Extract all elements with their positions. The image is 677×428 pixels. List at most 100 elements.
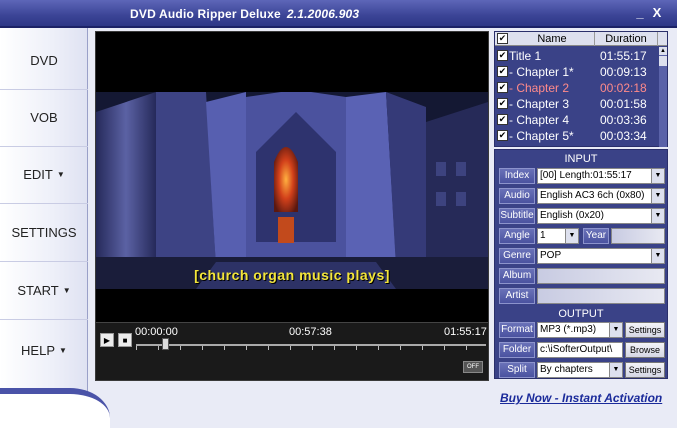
scroll-up-icon[interactable]: ▲	[659, 47, 667, 55]
item-name: - Chapter 1*	[509, 65, 574, 79]
item-checkbox[interactable]: ✔	[497, 130, 508, 141]
play-button[interactable]: ▶	[100, 333, 114, 347]
sidebar-item-label: VOB	[30, 110, 58, 125]
sidebar-item-label: HELP	[21, 342, 56, 358]
column-header-duration[interactable]: Duration	[595, 32, 658, 46]
window-title: DVD Audio Ripper Deluxe 2.1.2006.903	[130, 7, 359, 21]
title-bar: DVD Audio Ripper Deluxe 2.1.2006.903 _ X	[0, 0, 677, 28]
list-item[interactable]: ✔ - Chapter 4 00:03:36	[495, 112, 658, 128]
chevron-down-icon: ▼	[565, 229, 578, 243]
title-chapter-list: ✔ Name Duration ✔ Title 1 01:55:17 ✔ - Chap…	[494, 31, 668, 147]
artist-input[interactable]	[537, 288, 665, 304]
close-button[interactable]: X	[650, 5, 664, 20]
video-letterbox	[96, 32, 488, 92]
play-icon: ▶	[103, 335, 111, 345]
list-item-selected[interactable]: ✔ - Chapter 2 00:02:18	[495, 80, 658, 96]
subtitle-label: Subtitle	[499, 208, 535, 224]
stop-button[interactable]: ■	[118, 333, 132, 347]
album-label: Album	[499, 268, 535, 284]
genre-select[interactable]: POP ▼	[537, 248, 665, 264]
item-checkbox[interactable]: ✔	[497, 82, 508, 93]
angle-select[interactable]: 1 ▼	[537, 228, 579, 244]
split-label: Split	[499, 362, 535, 378]
subtitle-value: English (0x20)	[540, 210, 604, 221]
sidebar-item-settings[interactable]: SETTINGS	[0, 204, 88, 262]
folder-input[interactable]: c:\iSofterOutput\	[537, 342, 623, 358]
column-header-name[interactable]: Name	[510, 32, 595, 46]
item-checkbox[interactable]: ✔	[497, 98, 508, 109]
genre-label: Genre	[499, 248, 535, 264]
sidebar: DVD VOB EDIT ▼ SETTINGS START ▼ HELP ▼	[0, 28, 88, 400]
scroll-thumb[interactable]	[659, 56, 667, 66]
list-scrollbar[interactable]: ▲	[659, 47, 667, 147]
item-name: - Chapter 2	[509, 81, 570, 95]
item-duration: 00:03:36	[600, 113, 647, 127]
chevron-down-icon: ▼	[651, 189, 664, 203]
sidebar-item-vob[interactable]: VOB	[0, 89, 88, 147]
chevron-down-icon: ▼	[62, 286, 71, 295]
format-value: MP3 (*.mp3)	[540, 324, 597, 335]
year-input[interactable]	[611, 228, 665, 244]
chevron-down-icon: ▼	[651, 209, 664, 223]
chevron-down-icon: ▼	[651, 249, 664, 263]
list-item[interactable]: ✔ - Chapter 3 00:01:58	[495, 96, 658, 112]
index-select[interactable]: [00] Length:01:55:17 ▼	[537, 168, 665, 184]
sidebar-item-help[interactable]: HELP ▼	[0, 321, 88, 379]
buy-now-link[interactable]: Buy Now - Instant Activation	[500, 391, 662, 405]
folder-label: Folder	[499, 342, 535, 358]
sidebar-item-label: SETTINGS	[11, 225, 77, 240]
item-checkbox[interactable]: ✔	[497, 66, 508, 77]
seek-handle[interactable]	[162, 338, 169, 350]
decorative-curve	[0, 388, 110, 428]
genre-value: POP	[540, 250, 562, 261]
item-name: - Chapter 3	[509, 97, 570, 111]
format-select[interactable]: MP3 (*.mp3) ▼	[537, 322, 623, 338]
sidebar-item-dvd[interactable]: DVD	[0, 32, 88, 90]
audio-select[interactable]: English AC3 6ch (0x80) ▼	[537, 188, 665, 204]
select-all-checkbox[interactable]: ✔	[497, 33, 508, 44]
split-settings-button[interactable]: Settings	[625, 362, 665, 378]
audio-label: Audio	[499, 188, 535, 204]
sidebar-item-label: START	[17, 283, 59, 298]
video-scene-image	[96, 92, 488, 289]
main-body: DVD VOB EDIT ▼ SETTINGS START ▼ HELP ▼ […	[0, 28, 677, 428]
chevron-down-icon: ▼	[59, 345, 67, 355]
sidebar-item-label: DVD	[30, 53, 58, 68]
chevron-down-icon: ▼	[609, 363, 622, 377]
index-label: Index	[499, 168, 535, 184]
time-end: 01:55:17	[444, 326, 487, 338]
sidebar-item-start[interactable]: START ▼	[0, 262, 88, 320]
item-duration: 00:09:13	[600, 65, 647, 79]
item-checkbox[interactable]: ✔	[497, 50, 508, 61]
list-item[interactable]: ✔ - Chapter 5* 00:03:34	[495, 128, 658, 144]
seek-ticks	[136, 346, 486, 350]
app-name: DVD Audio Ripper Deluxe	[130, 7, 281, 21]
video-player: [church organ music plays] ▶ ■ 00:00:00 …	[95, 31, 489, 381]
format-settings-button[interactable]: Settings	[625, 322, 665, 338]
item-checkbox[interactable]: ✔	[497, 114, 508, 125]
album-input[interactable]	[537, 268, 665, 284]
properties-panel: INPUT Index [00] Length:01:55:17 ▼ Audio …	[494, 149, 668, 379]
sidebar-item-label: EDIT	[23, 167, 53, 182]
player-controls: ▶ ■ 00:00:00 00:57:38 01:55:17 OFF	[96, 322, 488, 380]
split-select[interactable]: By chapters ▼	[537, 362, 623, 378]
minimize-button[interactable]: _	[633, 5, 647, 20]
subtitle-select[interactable]: English (0x20) ▼	[537, 208, 665, 224]
split-value: By chapters	[540, 364, 593, 375]
audio-value: English AC3 6ch (0x80)	[540, 190, 645, 201]
artist-label: Artist	[499, 288, 535, 304]
time-start: 00:00:00	[135, 326, 178, 338]
list-item[interactable]: ✔ Title 1 01:55:17	[495, 48, 658, 64]
format-label: Format	[499, 322, 535, 338]
year-label: Year	[583, 228, 609, 244]
output-section-title: OUTPUT	[558, 308, 604, 320]
subtitle-text: [church organ music plays]	[194, 267, 390, 283]
list-item[interactable]: ✔ - Chapter 1* 00:09:13	[495, 64, 658, 80]
index-value: [00] Length:01:55:17	[540, 170, 632, 181]
time-mid: 00:57:38	[289, 326, 332, 338]
app-window: DVD Audio Ripper Deluxe 2.1.2006.903 _ X …	[0, 0, 677, 428]
item-name: - Chapter 4	[509, 113, 570, 127]
sidebar-item-edit[interactable]: EDIT ▼	[0, 146, 88, 204]
off-toggle[interactable]: OFF	[463, 361, 483, 373]
browse-button[interactable]: Browse	[625, 342, 665, 358]
